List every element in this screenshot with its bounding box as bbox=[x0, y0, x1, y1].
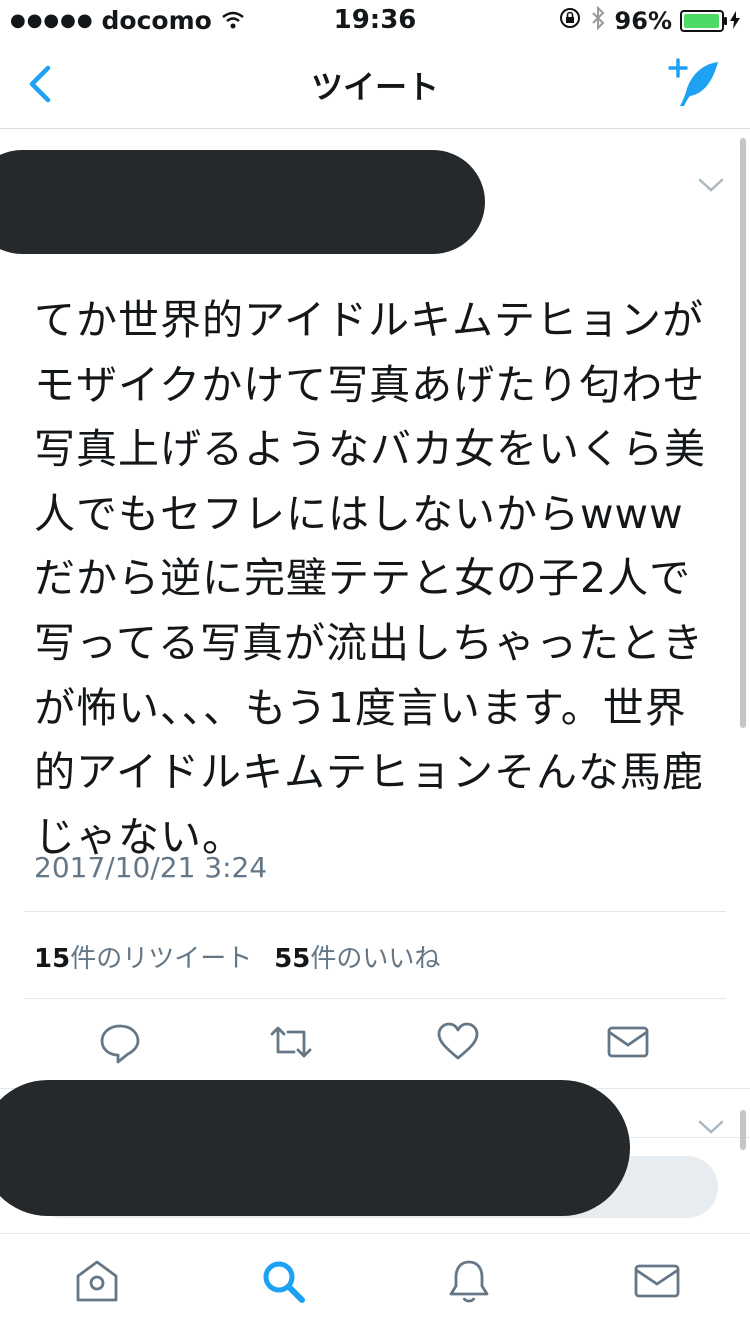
scrollbar-secondary bbox=[740, 1110, 746, 1150]
divider bbox=[24, 911, 726, 912]
tweet-options-button[interactable] bbox=[696, 176, 726, 194]
home-icon bbox=[76, 1260, 118, 1302]
reply-options-button[interactable] bbox=[696, 1118, 726, 1136]
tweet-text: てか世界的アイドルキムテヒョンがモザイクかけて写真あげたり匂わせ写真上げるような… bbox=[34, 296, 706, 861]
heart-icon bbox=[437, 1022, 479, 1060]
page-title: ツイート bbox=[310, 68, 439, 106]
divider bbox=[24, 998, 726, 999]
status-bar: ●●●●● docomo 19:36 96% bbox=[0, 0, 750, 40]
compose-tweet-button[interactable] bbox=[668, 58, 724, 110]
search-icon bbox=[263, 1261, 305, 1303]
scrollbar[interactable] bbox=[740, 138, 746, 728]
tab-notifications[interactable] bbox=[444, 1256, 494, 1306]
compose-tweet-icon bbox=[668, 58, 718, 106]
navigation-bar: ツイート bbox=[0, 40, 750, 129]
tweet-stats: 15件のリツイート 55件のいいね bbox=[34, 938, 462, 975]
battery-icon bbox=[680, 10, 727, 32]
retweet-button[interactable] bbox=[266, 1018, 316, 1068]
chevron-down-icon bbox=[698, 1120, 724, 1134]
retweet-icon bbox=[270, 1026, 312, 1058]
battery-percent: 96% bbox=[614, 7, 672, 35]
tweet-timestamp: 2017/10/21 3:24 bbox=[34, 851, 268, 884]
like-stat[interactable]: 55件のいいね bbox=[274, 938, 440, 975]
like-button[interactable] bbox=[436, 1018, 480, 1068]
redacted-author-info bbox=[0, 150, 485, 254]
direct-message-button[interactable] bbox=[606, 1018, 650, 1068]
bluetooth-icon bbox=[591, 5, 605, 36]
chevron-down-icon bbox=[698, 178, 724, 192]
battery-fill bbox=[684, 14, 719, 28]
like-count: 55 bbox=[274, 944, 311, 974]
tab-messages[interactable] bbox=[632, 1256, 682, 1306]
charging-icon bbox=[730, 7, 740, 35]
redacted-reply-info bbox=[0, 1080, 630, 1216]
retweet-count: 15 bbox=[34, 944, 71, 974]
tweet-actions bbox=[0, 1018, 750, 1078]
retweet-stat[interactable]: 15件のリツイート bbox=[34, 938, 252, 975]
envelope-icon bbox=[607, 1026, 649, 1058]
reply-button[interactable] bbox=[98, 1018, 142, 1068]
envelope-icon bbox=[634, 1264, 680, 1298]
bell-icon bbox=[449, 1260, 489, 1303]
tab-bar bbox=[0, 1233, 750, 1334]
tab-search[interactable] bbox=[258, 1256, 308, 1306]
retweet-label: 件のリツイート bbox=[70, 944, 253, 974]
rotation-lock-icon bbox=[559, 7, 581, 35]
reply-icon bbox=[100, 1024, 140, 1064]
tab-home[interactable] bbox=[72, 1256, 122, 1306]
like-label: 件のいいね bbox=[310, 944, 441, 974]
divider bbox=[620, 1137, 750, 1138]
status-right: 96% bbox=[559, 5, 740, 36]
